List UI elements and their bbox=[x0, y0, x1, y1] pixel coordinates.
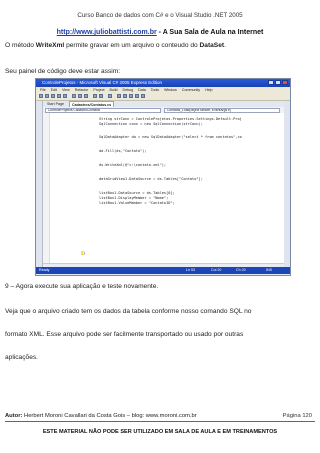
site-tagline-text: - A Sua Sala de Aula na Internet bbox=[156, 29, 264, 36]
code-editor[interactable]: String strConn = ControleProjetos.Proper… bbox=[43, 113, 284, 263]
new-project-icon[interactable] bbox=[39, 94, 43, 98]
site-tagline: http://www.juliobattisti.com.br - A Sua … bbox=[0, 29, 320, 36]
status-char: Ch 20 bbox=[236, 268, 246, 272]
menu-debug[interactable]: Debug bbox=[123, 88, 134, 92]
ide-toolbar bbox=[36, 93, 290, 101]
comment-icon[interactable] bbox=[123, 94, 127, 98]
paragraph-result-2: formato XML. Esse arquivo pode ser facil… bbox=[5, 331, 244, 338]
save-all-icon[interactable] bbox=[63, 94, 67, 98]
code-line-1: String strConn = ControleProjetos.Proper… bbox=[99, 117, 242, 121]
menu-view[interactable]: View bbox=[62, 88, 70, 92]
closing-brace: } bbox=[83, 251, 86, 255]
start-debug-icon[interactable] bbox=[108, 94, 112, 98]
menu-edit[interactable]: Edit bbox=[51, 88, 57, 92]
save-icon[interactable] bbox=[57, 94, 61, 98]
author-text: Herbert Moroni Cavallari da Costa Gois –… bbox=[22, 413, 197, 419]
p1-prefix: O método bbox=[5, 42, 36, 49]
status-line: Ln 53 bbox=[186, 268, 195, 272]
window-controls bbox=[268, 80, 288, 85]
uncomment-icon[interactable] bbox=[129, 94, 133, 98]
footer-author: Autor: Herbert Moroni Cavallari da Costa… bbox=[5, 413, 197, 419]
status-column: Col 20 bbox=[211, 268, 222, 272]
menu-tools[interactable]: Tools bbox=[151, 88, 159, 92]
author-label: Autor: bbox=[5, 413, 23, 419]
copy-icon[interactable] bbox=[78, 94, 82, 98]
site-link[interactable]: http://www.juliobattisti.com.br bbox=[57, 29, 157, 36]
page-header-title: Curso Banco de dados com C# e o Visual S… bbox=[77, 12, 243, 19]
toolbox-strip[interactable] bbox=[36, 101, 43, 267]
close-icon[interactable] bbox=[282, 80, 288, 85]
redo-icon[interactable] bbox=[99, 94, 103, 98]
paragraph-result-1: Veja que o arquivo criado tem os dados d… bbox=[5, 308, 252, 315]
menu-data[interactable]: Data bbox=[138, 88, 146, 92]
paragraph-writexml: O método WriteXml permite gravar em um a… bbox=[5, 42, 226, 49]
ide-window-title: ControleProjetos - Microsoft Visual C# 2… bbox=[42, 80, 162, 85]
editor-gutter bbox=[43, 113, 50, 263]
footer-warning: ESTE MATERIAL NÃO PODE SER UTILIZADO EM … bbox=[42, 429, 278, 435]
menu-build[interactable]: Build bbox=[110, 88, 118, 92]
menu-window[interactable]: Window bbox=[164, 88, 177, 92]
add-item-icon[interactable] bbox=[45, 94, 49, 98]
code-line-4: SqlDataAdapter da = new SqlDataAdapter("… bbox=[99, 135, 242, 139]
status-insert-mode: INS bbox=[266, 268, 272, 272]
p1-mid: permite gravar em um arquivo o conteudo … bbox=[64, 42, 200, 49]
paragraph-code-panel: Seu painel de código deve estar assim: bbox=[5, 68, 121, 75]
p1-method: WriteXml bbox=[35, 42, 65, 49]
code-line-14: listBox1.ValueMember = "ContatoID"; bbox=[99, 201, 175, 205]
menu-community[interactable]: Community bbox=[182, 88, 200, 92]
p1-suffix: . bbox=[224, 42, 226, 49]
footer-divider bbox=[5, 421, 315, 422]
status-ready: Ready bbox=[39, 268, 50, 272]
ide-statusbar: Ready Ln 53 Col 20 Ch 20 INS bbox=[36, 267, 290, 274]
p1-dataset: DataSet bbox=[199, 42, 225, 49]
ide-titlebar: ControleProjetos - Microsoft Visual C# 2… bbox=[36, 79, 290, 87]
paste-icon[interactable] bbox=[84, 94, 88, 98]
code-line-2: SqlConnection conn = new SqlConnection(s… bbox=[99, 122, 203, 126]
solution-explorer-strip[interactable] bbox=[283, 101, 290, 267]
indent-icon[interactable] bbox=[135, 94, 139, 98]
cut-icon[interactable] bbox=[72, 94, 76, 98]
code-line-12: listBox1.DataSource = ds.Tables[0]; bbox=[99, 191, 175, 195]
find-icon[interactable] bbox=[117, 94, 121, 98]
page-number: Página 120 bbox=[282, 413, 312, 419]
code-line-8: ds.WriteXml(@"c:\contato.xml"); bbox=[99, 163, 167, 167]
menu-file[interactable]: File bbox=[40, 88, 46, 92]
outdent-icon[interactable] bbox=[141, 94, 145, 98]
menu-refactor[interactable]: Refactor bbox=[75, 88, 89, 92]
maximize-icon[interactable] bbox=[275, 80, 281, 85]
menu-project[interactable]: Project bbox=[93, 88, 104, 92]
code-line-10: dataGridView1.DataSource = ds.Tables["Co… bbox=[99, 177, 203, 181]
paragraph-result-3: aplicações. bbox=[5, 354, 38, 361]
code-line-6: da.Fill(ds,"Contato"); bbox=[99, 149, 147, 153]
code-line-13: listBox1.DisplayMember = "Nome"; bbox=[99, 196, 169, 200]
paragraph-step-9: 9 – Agora execute sua aplicação e teste … bbox=[5, 283, 159, 290]
undo-icon[interactable] bbox=[93, 94, 97, 98]
minimize-icon[interactable] bbox=[268, 80, 274, 85]
open-icon[interactable] bbox=[51, 94, 55, 98]
ide-screenshot: ControleProjetos - Microsoft Visual C# 2… bbox=[35, 78, 291, 276]
menu-help[interactable]: Help bbox=[205, 88, 212, 92]
